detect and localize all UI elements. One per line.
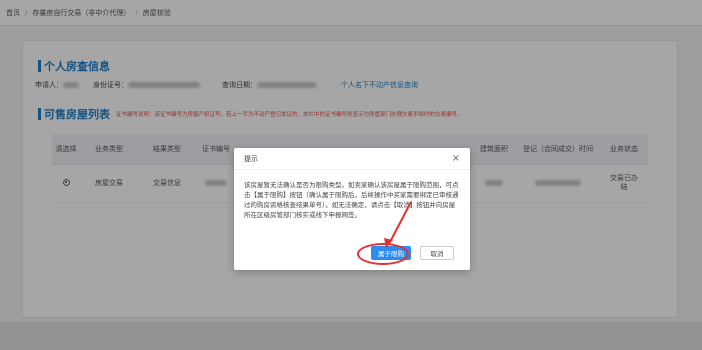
arrow-shaft <box>389 201 412 243</box>
highlight-arrow <box>384 201 412 248</box>
